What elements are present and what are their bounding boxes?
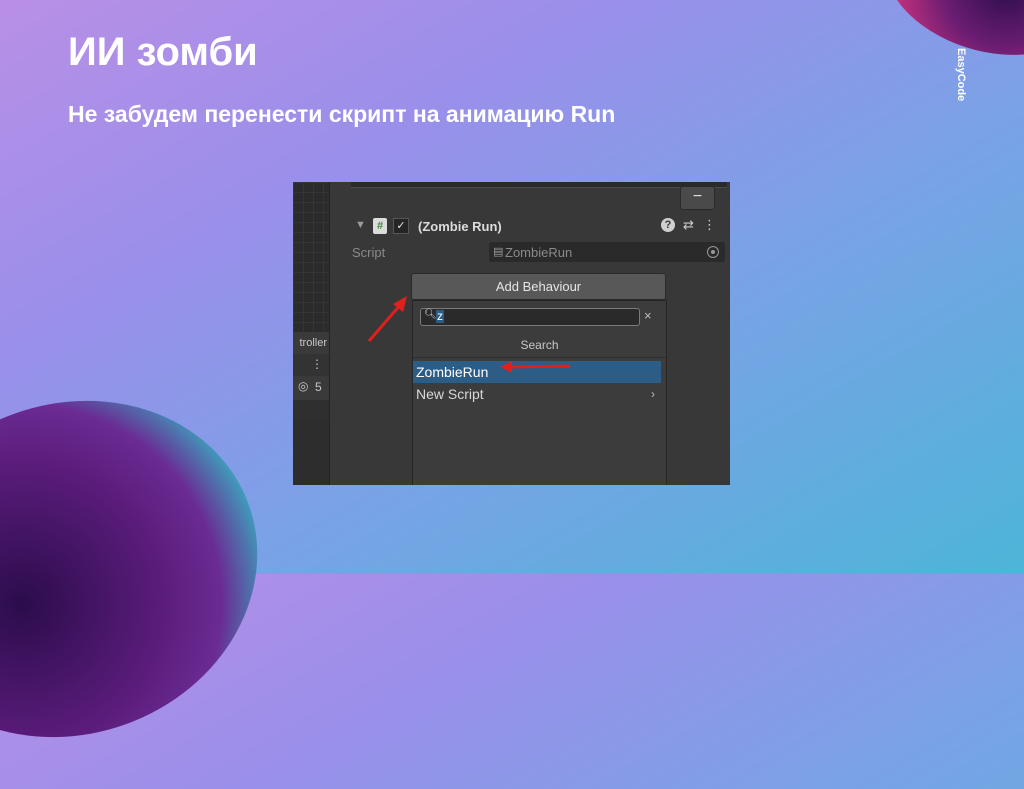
add-behaviour-button[interactable]: Add Behaviour	[411, 273, 666, 300]
annotation-arrow-up	[367, 296, 407, 342]
script-label: Script	[352, 245, 386, 260]
add-behaviour-popup: 🔍︎ z × Search ZombieRun New Script ›	[412, 300, 667, 485]
help-icon[interactable]: ?	[661, 218, 675, 232]
slide-title: ИИ зомби	[68, 30, 258, 74]
layer-row	[293, 400, 329, 420]
component-title: (Zombie Run)	[418, 219, 502, 234]
script-file-icon: ▤	[493, 246, 504, 258]
animator-tab[interactable]: troller	[293, 332, 329, 354]
more-icon[interactable]: ⋮	[703, 217, 716, 233]
slide-subtitle: Не забудем перенести скрипт на анимацию …	[68, 101, 616, 127]
script-object-field[interactable]: ▤ ZombieRun	[489, 242, 725, 262]
component-header: ▼ # ✓ (Zombie Run) ? ⇄ ⋮	[329, 216, 730, 238]
layers-toolbar: ⋮	[293, 354, 329, 376]
script-hash-icon: #	[373, 218, 387, 234]
popup-section-title: Search	[520, 338, 559, 352]
search-input[interactable]: 🔍︎ z	[420, 308, 640, 326]
annotation-arrow-left	[500, 361, 571, 373]
layer-visibility-row: ◎ 5	[293, 376, 329, 400]
script-field-value: ZombieRun	[505, 245, 573, 260]
foldout-arrow-icon[interactable]: ▼	[355, 219, 366, 231]
presets-icon[interactable]: ⇄	[683, 217, 694, 233]
search-query: z	[436, 309, 444, 323]
brand-label: EasyCode	[955, 48, 967, 102]
unity-screenshot: troller ⋮ ◎ 5 − ▼ # ✓ (Zombie Run) ? ⇄ ⋮…	[293, 182, 730, 485]
list-item-label: ZombieRun	[416, 364, 489, 380]
animator-tab-label: troller	[299, 337, 327, 349]
previous-component-field	[351, 182, 727, 188]
remove-button[interactable]: −	[680, 186, 715, 210]
more-icon[interactable]: ⋮	[311, 357, 323, 371]
animator-left-panel: troller ⋮ ◎ 5	[293, 182, 330, 485]
search-icon: 🔍︎	[424, 309, 437, 320]
decor-blob-bottom-left	[0, 348, 305, 789]
eye-hidden-icon[interactable]: ◎	[298, 379, 308, 393]
object-picker-icon[interactable]	[707, 246, 719, 258]
layer-count: 5	[315, 380, 322, 394]
chevron-right-icon: ›	[651, 387, 655, 401]
list-item-new-script[interactable]: New Script ›	[413, 383, 661, 405]
component-enabled-checkbox[interactable]: ✓	[393, 218, 409, 234]
graph-grid	[293, 182, 329, 332]
clear-search-icon[interactable]: ×	[644, 308, 652, 323]
list-item-label: New Script	[416, 386, 484, 402]
